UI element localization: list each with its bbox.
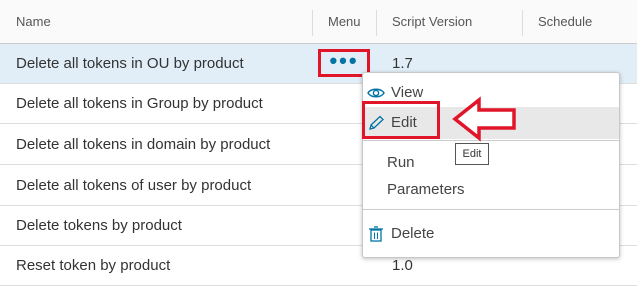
menu-item-delete[interactable]: Delete	[363, 218, 619, 250]
column-header-name[interactable]: Name	[0, 0, 312, 44]
column-header-schedule[interactable]: Schedule	[522, 0, 637, 44]
column-header-script-version[interactable]: Script Version	[376, 0, 522, 44]
menu-divider	[363, 209, 619, 210]
menu-item-label: Parameters	[387, 181, 465, 198]
menu-item-label: Delete	[391, 225, 435, 242]
edit-highlight-box	[362, 101, 440, 139]
script-name: Delete all tokens in Group by product	[16, 95, 263, 112]
script-name: Delete tokens by product	[16, 217, 182, 234]
arrow-left-icon	[452, 96, 516, 142]
script-name: Reset token by product	[16, 257, 171, 274]
script-name: Delete all tokens in domain by product	[16, 136, 271, 153]
tooltip: Edit	[455, 143, 489, 165]
script-name: Delete all tokens of user by product	[16, 177, 252, 194]
column-header-menu[interactable]: Menu	[312, 0, 376, 44]
eye-icon	[367, 88, 385, 98]
menu-item-parameters[interactable]: Parameters	[363, 174, 619, 206]
script-name: Delete all tokens in OU by product	[16, 55, 244, 72]
table-header: Name Menu Script Version Schedule	[0, 0, 637, 44]
trash-icon	[369, 226, 383, 242]
